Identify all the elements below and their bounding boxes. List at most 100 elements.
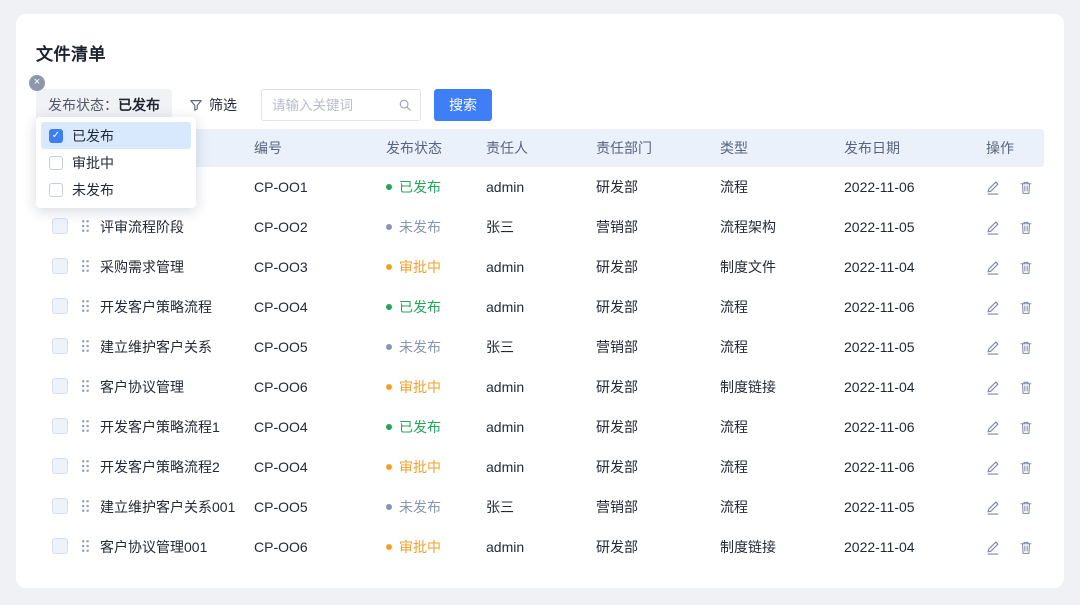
row-dept: 研发部: [596, 417, 720, 437]
status-option-审批中[interactable]: 审批中: [41, 149, 191, 176]
col-header-owner: 责任人: [486, 138, 596, 158]
delete-icon[interactable]: [1019, 260, 1033, 275]
status-dot-icon: [386, 544, 392, 550]
row-type: 制度文件: [720, 257, 844, 277]
filter-button-label: 筛选: [209, 95, 237, 115]
delete-icon[interactable]: [1019, 340, 1033, 355]
drag-handle-icon[interactable]: [81, 259, 90, 273]
col-header-status: 发布状态: [386, 138, 486, 158]
row-date: 2022-11-06: [844, 299, 986, 315]
status-dot-icon: [386, 344, 392, 350]
delete-icon[interactable]: [1019, 500, 1033, 515]
edit-icon[interactable]: [986, 300, 1000, 315]
row-checkbox[interactable]: [52, 458, 68, 474]
row-checkbox[interactable]: [52, 338, 68, 354]
row-checkbox[interactable]: [52, 538, 68, 554]
row-status: 审批中: [386, 457, 486, 477]
delete-icon[interactable]: [1019, 460, 1033, 475]
edit-icon[interactable]: [986, 260, 1000, 275]
delete-icon[interactable]: [1019, 220, 1033, 235]
row-dept: 营销部: [596, 497, 720, 517]
row-type: 流程: [720, 417, 844, 437]
status-option-已发布[interactable]: ✓ 已发布: [41, 122, 191, 149]
status-option-未发布[interactable]: 未发布: [41, 176, 191, 203]
row-owner: 张三: [486, 337, 596, 357]
search-button[interactable]: 搜索: [434, 89, 492, 121]
status-dot-icon: [386, 304, 392, 310]
row-type: 流程: [720, 337, 844, 357]
keyword-input[interactable]: [261, 89, 421, 121]
edit-icon[interactable]: [986, 380, 1000, 395]
delete-icon[interactable]: [1019, 380, 1033, 395]
row-code: CP-OO4: [254, 419, 386, 435]
row-owner: admin: [486, 299, 596, 315]
edit-icon[interactable]: [986, 540, 1000, 555]
table-row: 开发客户策略流程 CP-OO4 已发布 admin 研发部 流程 2022-11…: [36, 287, 1044, 327]
row-code: CP-OO3: [254, 259, 386, 275]
drag-handle-icon[interactable]: [81, 379, 90, 393]
status-dot-icon: [386, 264, 392, 270]
search-icon: [398, 98, 412, 112]
drag-handle-icon[interactable]: [81, 539, 90, 553]
delete-icon[interactable]: [1019, 540, 1033, 555]
checkbox-checked-icon[interactable]: ✓: [49, 129, 63, 143]
row-code: CP-OO5: [254, 339, 386, 355]
row-name: 建立维护客户关系001: [100, 497, 254, 517]
row-code: CP-OO2: [254, 219, 386, 235]
row-owner: admin: [486, 459, 596, 475]
status-dot-icon: [386, 424, 392, 430]
edit-icon[interactable]: [986, 220, 1000, 235]
row-date: 2022-11-05: [844, 339, 986, 355]
row-checkbox[interactable]: [52, 418, 68, 434]
col-header-date: 发布日期: [844, 138, 986, 158]
edit-icon[interactable]: [986, 420, 1000, 435]
drag-handle-icon[interactable]: [81, 339, 90, 353]
filter-button[interactable]: 筛选: [189, 95, 237, 115]
table-row: 客户协议管理001 CP-OO6 审批中 admin 研发部 制度链接 2022…: [36, 527, 1044, 567]
row-dept: 营销部: [596, 217, 720, 237]
row-checkbox[interactable]: [52, 298, 68, 314]
edit-icon[interactable]: [986, 180, 1000, 195]
delete-icon[interactable]: [1019, 420, 1033, 435]
row-date: 2022-11-04: [844, 379, 986, 395]
row-checkbox[interactable]: [52, 218, 68, 234]
row-checkbox[interactable]: [52, 258, 68, 274]
row-checkbox[interactable]: [52, 378, 68, 394]
page-title: 文件清单: [36, 40, 1044, 65]
drag-handle-icon[interactable]: [81, 419, 90, 433]
row-name: 客户协议管理001: [100, 537, 254, 557]
search-box: [261, 89, 421, 121]
row-code: CP-OO4: [254, 299, 386, 315]
delete-icon[interactable]: [1019, 180, 1033, 195]
row-date: 2022-11-06: [844, 419, 986, 435]
drag-handle-icon[interactable]: [81, 219, 90, 233]
row-code: CP-OO4: [254, 459, 386, 475]
row-date: 2022-11-05: [844, 219, 986, 235]
row-status: 已发布: [386, 417, 486, 437]
drag-handle-icon[interactable]: [81, 499, 90, 513]
edit-icon[interactable]: [986, 500, 1000, 515]
remove-filter-icon[interactable]: ×: [29, 75, 45, 91]
col-header-type: 类型: [720, 138, 844, 158]
status-dot-icon: [386, 224, 392, 230]
row-name: 建立维护客户关系: [100, 337, 254, 357]
status-option-label: 已发布: [72, 126, 114, 146]
row-type: 制度链接: [720, 537, 844, 557]
status-option-label: 未发布: [72, 180, 114, 200]
row-status: 审批中: [386, 377, 486, 397]
status-option-label: 审批中: [72, 153, 114, 173]
file-list-card: 文件清单 × 发布状态：已发布 筛选 搜索 编号 发布状态 责任人: [16, 14, 1064, 588]
edit-icon[interactable]: [986, 340, 1000, 355]
delete-icon[interactable]: [1019, 300, 1033, 315]
row-date: 2022-11-05: [844, 499, 986, 515]
checkbox-icon[interactable]: [49, 183, 63, 197]
drag-handle-icon[interactable]: [81, 299, 90, 313]
table-row: 建立维护客户关系001 CP-OO5 未发布 张三 营销部 流程 2022-11…: [36, 487, 1044, 527]
col-header-dept: 责任部门: [596, 138, 720, 158]
checkbox-icon[interactable]: [49, 156, 63, 170]
table-row: 开发客户策略流程2 CP-OO4 审批中 admin 研发部 流程 2022-1…: [36, 447, 1044, 487]
row-name: 采购需求管理: [100, 257, 254, 277]
row-checkbox[interactable]: [52, 498, 68, 514]
edit-icon[interactable]: [986, 460, 1000, 475]
drag-handle-icon[interactable]: [81, 459, 90, 473]
